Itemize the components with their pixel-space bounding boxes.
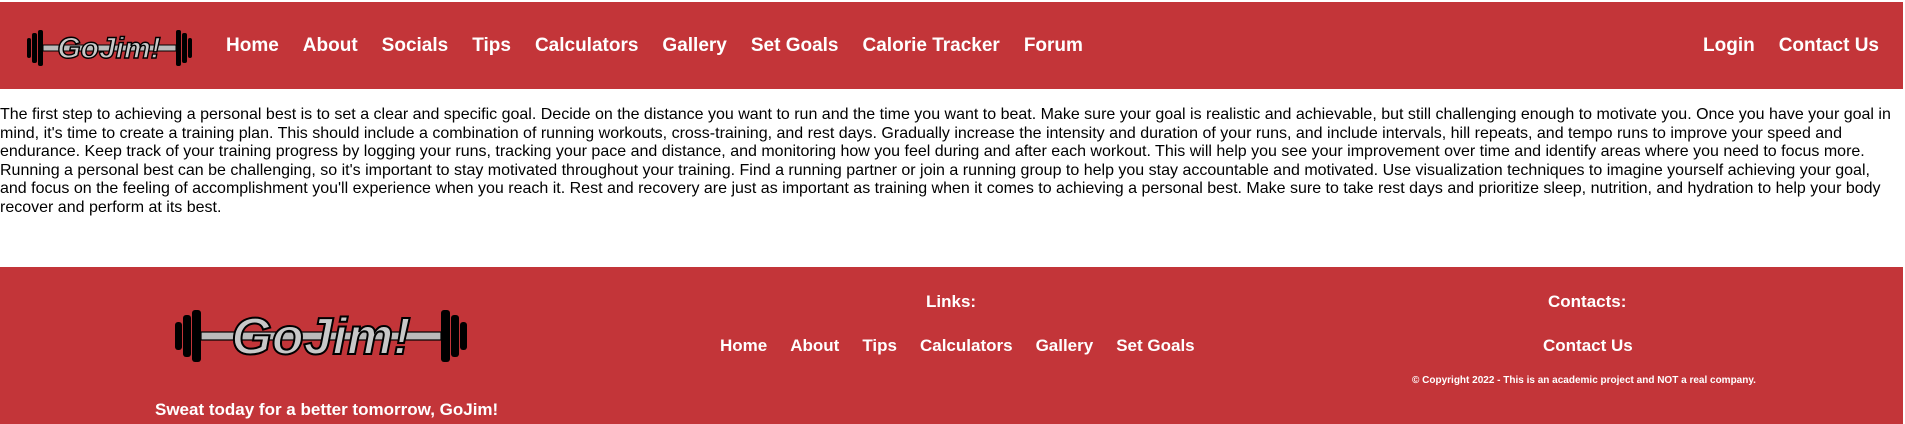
footer-links: Home About Tips Calculators Gallery Set … bbox=[720, 336, 1195, 356]
main-nav: Home About Socials Tips Calculators Gall… bbox=[226, 2, 1083, 89]
right-nav: Login Contact Us bbox=[1703, 2, 1879, 89]
nav-tips[interactable]: Tips bbox=[472, 35, 511, 57]
site-header: GoJim! Home About Socials Tips Calculato… bbox=[0, 2, 1903, 89]
footer-links-title: Links: bbox=[926, 292, 977, 311]
nav-contact-us[interactable]: Contact Us bbox=[1779, 35, 1879, 57]
site-footer: GoJim! Sweat today for a better tomorrow… bbox=[0, 267, 1903, 424]
footer-link-home[interactable]: Home bbox=[720, 336, 767, 356]
nav-about[interactable]: About bbox=[303, 35, 358, 57]
barbell-logo-icon: GoJim! bbox=[175, 307, 467, 365]
footer-link-tips[interactable]: Tips bbox=[862, 336, 897, 356]
svg-text:GoJim!: GoJim! bbox=[57, 32, 160, 65]
footer-logo[interactable]: GoJim! bbox=[175, 307, 467, 365]
nav-gallery[interactable]: Gallery bbox=[662, 35, 726, 57]
footer-contacts-title: Contacts: bbox=[1548, 292, 1627, 311]
svg-text:GoJim!: GoJim! bbox=[231, 308, 410, 365]
nav-set-goals[interactable]: Set Goals bbox=[751, 35, 839, 57]
nav-home[interactable]: Home bbox=[226, 35, 279, 57]
article-paragraph: The first step to achieving a personal b… bbox=[0, 106, 1891, 216]
footer-link-about[interactable]: About bbox=[790, 336, 839, 356]
nav-calculators[interactable]: Calculators bbox=[535, 35, 638, 57]
copyright-text: © Copyright 2022 - This is an academic p… bbox=[1412, 375, 1756, 386]
nav-forum[interactable]: Forum bbox=[1024, 35, 1083, 57]
footer-tagline: Sweat today for a better tomorrow, GoJim… bbox=[155, 400, 499, 419]
nav-login[interactable]: Login bbox=[1703, 35, 1755, 57]
nav-socials[interactable]: Socials bbox=[382, 35, 449, 57]
footer-link-gallery[interactable]: Gallery bbox=[1036, 336, 1094, 356]
footer-link-set-goals[interactable]: Set Goals bbox=[1116, 336, 1194, 356]
logo[interactable]: GoJim! bbox=[27, 27, 192, 69]
nav-calorie-tracker[interactable]: Calorie Tracker bbox=[863, 35, 1000, 57]
barbell-logo-icon: GoJim! bbox=[27, 30, 192, 66]
footer-contact-us-link[interactable]: Contact Us bbox=[1543, 336, 1633, 356]
footer-link-calculators[interactable]: Calculators bbox=[920, 336, 1013, 356]
